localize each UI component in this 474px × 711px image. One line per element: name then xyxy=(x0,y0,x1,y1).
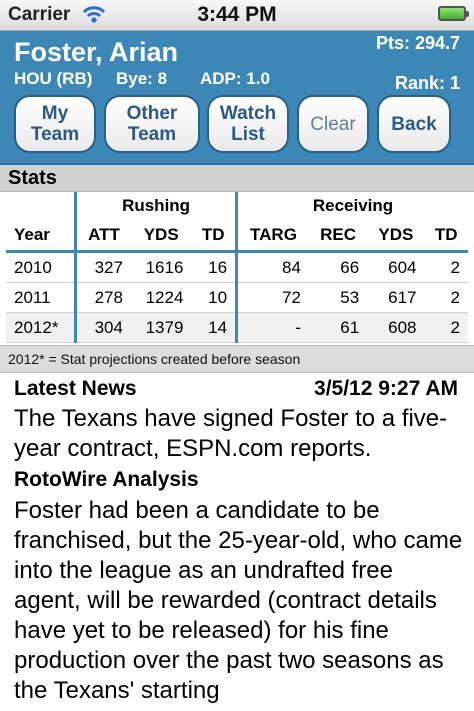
rank-label: Rank: 1 xyxy=(394,73,460,93)
cell-rush-att: 327 xyxy=(74,251,131,283)
col-rec-yds: YDS xyxy=(367,220,425,253)
clear-button[interactable]: Clear xyxy=(297,95,369,153)
col-year: Year xyxy=(6,220,76,253)
latest-news-heading: Latest News xyxy=(14,377,137,400)
stats-group-row: Rushing Receiving xyxy=(6,192,468,220)
cell-rec-targ: 84 xyxy=(235,251,309,283)
battery-tip xyxy=(466,11,469,17)
cell-rush-att: 304 xyxy=(74,312,131,343)
watch-list-label-line2: List xyxy=(231,124,265,145)
cell-rush-td: 16 xyxy=(191,251,237,283)
rushing-group-header: Rushing xyxy=(74,192,237,220)
cell-rec-rec: 66 xyxy=(308,251,368,283)
other-team-button[interactable]: Other Team xyxy=(104,95,200,153)
my-team-label-line1: My xyxy=(41,103,69,124)
col-rec-targ: TARG xyxy=(235,220,309,253)
cell-rec-td: 2 xyxy=(424,312,468,343)
cell-rush-yds: 1379 xyxy=(130,312,192,343)
cell-rec-rec: 61 xyxy=(308,312,368,343)
cell-rush-td: 10 xyxy=(191,282,237,313)
points-label: Pts: 294.7 xyxy=(375,33,460,53)
table-row: 2012* 304 1379 14 - 61 608 2 xyxy=(6,312,468,343)
cell-rec-td: 2 xyxy=(424,282,468,313)
col-rec-td: TD xyxy=(424,220,468,253)
cell-rush-yds: 1616 xyxy=(130,251,192,283)
clock: 3:44 PM xyxy=(197,3,277,26)
cell-year: 2011 xyxy=(6,282,76,313)
col-rush-yds: YDS xyxy=(130,220,192,253)
cell-rush-td: 14 xyxy=(191,312,237,343)
col-rec-rec: REC xyxy=(308,220,368,253)
team-position: HOU (RB) xyxy=(14,69,93,88)
analysis-heading: RotoWire Analysis xyxy=(14,468,199,491)
analysis-body: Foster had been a candidate to be franch… xyxy=(14,497,463,704)
bye-week: Bye: 8 xyxy=(116,69,168,88)
stats-table: Rushing Receiving Year ATT YDS TD TARG R… xyxy=(6,192,468,343)
col-rush-td: TD xyxy=(191,220,237,253)
cell-year: 2010 xyxy=(6,251,76,283)
back-button[interactable]: Back xyxy=(377,95,451,153)
player-header: Foster, Arian Pts: 294.7 HOU (RB) Bye: 8… xyxy=(0,31,474,165)
cell-rec-yds: 617 xyxy=(367,282,425,313)
status-bar: Carrier 3:44 PM xyxy=(0,0,474,31)
battery-icon xyxy=(438,6,466,21)
cell-year: 2012* xyxy=(6,312,76,343)
cell-rec-td: 2 xyxy=(424,251,468,283)
back-label: Back xyxy=(391,113,437,135)
cell-rush-yds: 1224 xyxy=(130,282,192,313)
col-rush-att: ATT xyxy=(74,220,131,253)
table-row: 2011 278 1224 10 72 53 617 2 xyxy=(6,282,468,313)
clear-label: Clear xyxy=(310,113,356,135)
cell-rec-rec: 53 xyxy=(308,282,368,313)
my-team-label-line2: Team xyxy=(30,124,80,145)
stats-section-header: Stats xyxy=(0,165,474,192)
receiving-group-header: Receiving xyxy=(235,192,468,220)
projection-footnote: 2012* = Stat projections created before … xyxy=(8,351,301,367)
other-team-label-line2: Team xyxy=(127,124,177,145)
cell-rec-yds: 608 xyxy=(367,312,425,343)
cell-rec-targ: - xyxy=(235,312,309,343)
stats-column-row: Year ATT YDS TD TARG REC YDS TD xyxy=(6,220,468,253)
player-name: Foster, Arian xyxy=(14,37,179,67)
footnote-bar: 2012* = Stat projections created before … xyxy=(0,345,474,373)
news-body: The Texans have signed Foster to a five-… xyxy=(14,405,448,462)
watch-list-label-line1: Watch xyxy=(219,103,277,124)
other-team-label-line1: Other xyxy=(126,103,178,124)
table-row: 2010 327 1616 16 84 66 604 2 xyxy=(6,251,468,283)
year-group-spacer xyxy=(6,192,76,220)
my-team-button[interactable]: My Team xyxy=(14,95,96,153)
news-date: 3/5/12 9:27 AM xyxy=(314,377,458,400)
cell-rec-targ: 72 xyxy=(235,282,309,313)
cell-rec-yds: 604 xyxy=(367,251,425,283)
stats-title: Stats xyxy=(8,167,57,189)
cell-rush-att: 278 xyxy=(74,282,131,313)
watch-list-button[interactable]: Watch List xyxy=(207,95,289,153)
adp-value: ADP: 1.0 xyxy=(200,69,270,88)
